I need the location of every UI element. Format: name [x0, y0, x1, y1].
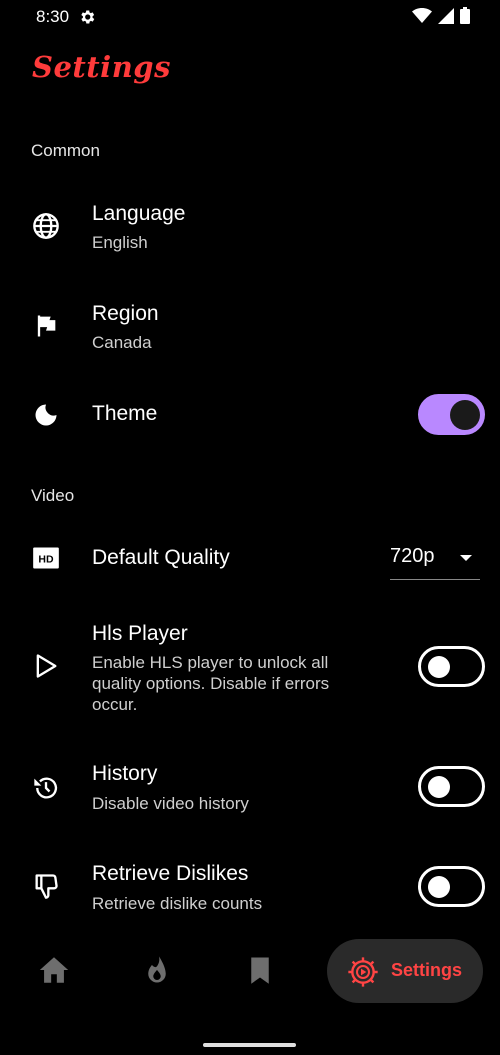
battery-icon: [460, 7, 470, 24]
setting-title: Default Quality: [92, 546, 230, 569]
trending-icon: [148, 956, 166, 983]
setting-theme[interactable]: Theme: [0, 390, 500, 440]
globe-icon: [33, 213, 59, 239]
play-icon: [36, 654, 57, 678]
setting-title: Language: [92, 202, 186, 225]
setting-region[interactable]: Region Canada: [0, 290, 500, 370]
setting-title: Retrieve Dislikes: [92, 862, 249, 885]
status-bar: 8:30: [0, 0, 500, 34]
chevron-down-icon: [460, 555, 472, 561]
dropdown-value: 720p: [390, 545, 435, 567]
flag-icon: [37, 315, 56, 337]
wifi-icon: [412, 7, 432, 23]
nav-settings-label: Settings: [391, 960, 463, 980]
status-icons: [412, 7, 470, 24]
thumbs-down-icon: [35, 874, 58, 899]
nav-home[interactable]: [34, 950, 74, 990]
signal-icon: [438, 7, 454, 24]
setting-title: Hls Player: [92, 622, 188, 645]
gear-icon: [81, 10, 95, 24]
setting-hls-player[interactable]: Hls Player Enable HLS player to unlock a…: [0, 620, 500, 715]
nav-trending[interactable]: [137, 950, 177, 990]
bottom-nav: Settings: [0, 930, 500, 1012]
setting-title: Theme: [92, 402, 158, 425]
setting-history[interactable]: History Disable video history: [0, 760, 500, 820]
section-header-common: Common: [31, 141, 100, 160]
setting-language[interactable]: Language English: [0, 190, 500, 270]
quality-dropdown[interactable]: 720p: [390, 545, 480, 580]
gesture-bar[interactable]: [203, 1043, 296, 1047]
toggle-knob: [450, 399, 480, 430]
moon-icon: [35, 404, 57, 426]
nav-settings[interactable]: Settings: [327, 939, 483, 1003]
svg-text:HD: HD: [38, 554, 54, 566]
setting-description: Disable video history: [92, 794, 249, 813]
setting-description: Enable HLS player to unlock all quality …: [92, 653, 330, 714]
toggle-knob: [428, 775, 450, 798]
settings-icon: [348, 957, 378, 987]
history-toggle[interactable]: [418, 766, 485, 807]
setting-title: History: [92, 762, 158, 785]
setting-description: Retrieve dislike counts: [92, 894, 263, 910]
toggle-knob: [428, 655, 450, 678]
home-icon: [39, 957, 69, 983]
history-icon: [34, 777, 58, 799]
hd-icon: HD: [33, 547, 59, 569]
setting-value: Canada: [92, 333, 152, 352]
section-header-video: Video: [31, 486, 75, 505]
status-time: 8:30: [36, 7, 70, 26]
bookmark-icon: [251, 957, 269, 984]
setting-value: English: [92, 233, 148, 252]
page-title: Settings: [32, 50, 171, 84]
theme-toggle[interactable]: [418, 394, 485, 435]
dislikes-toggle[interactable]: [418, 866, 485, 907]
hls-toggle[interactable]: [418, 646, 485, 687]
toggle-knob: [428, 875, 450, 898]
nav-bookmarks[interactable]: [240, 950, 280, 990]
setting-title: Region: [92, 302, 159, 325]
